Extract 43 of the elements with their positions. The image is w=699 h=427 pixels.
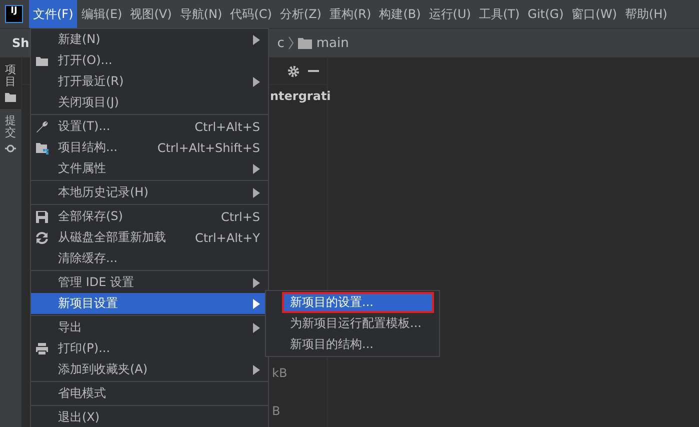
menu-bar-item[interactable]: 视图(V) <box>126 0 176 28</box>
menu-bar-item[interactable]: 分析(Z) <box>276 0 326 28</box>
project-name: Sh <box>12 36 30 50</box>
menu-bar-item[interactable]: 编辑(E) <box>77 0 126 28</box>
menu-bar-item[interactable]: 代码(C) <box>226 0 276 28</box>
menu-bar-item[interactable]: 重构(R) <box>325 0 376 28</box>
menu-item[interactable]: 关闭项目(J) <box>31 92 268 113</box>
file-size: kB <box>272 366 288 380</box>
menu-item[interactable]: 全部保存(S) Ctrl+S <box>31 206 268 227</box>
menu-item[interactable]: 打开最近(R) <box>31 71 268 92</box>
side-tab[interactable]: 提交 <box>0 109 21 160</box>
menu-bar-item[interactable]: 帮助(H) <box>620 0 672 28</box>
menu-item[interactable]: 本地历史记录(H) <box>31 182 268 203</box>
app-logo: IJ <box>5 5 23 23</box>
menu-bar-item[interactable]: 构建(B) <box>375 0 425 28</box>
menu-item[interactable]: 项目结构... Ctrl+Alt+Shift+S <box>31 137 268 158</box>
menu-item[interactable]: 退出(X) <box>31 407 268 427</box>
menu-bar-item[interactable]: 窗口(W) <box>568 0 621 28</box>
menu-item[interactable]: 打开(O)... <box>31 50 268 71</box>
panel-title: ntergrati <box>270 89 331 103</box>
menu-item[interactable]: 新项目的结构... <box>266 334 439 355</box>
menu-item[interactable]: 新项目的设置... <box>282 292 434 313</box>
menu-item[interactable]: 新建(N) <box>31 29 268 50</box>
breadcrumb-item[interactable]: c <box>277 36 284 50</box>
breadcrumb-item[interactable]: main <box>316 36 349 50</box>
menu-item[interactable]: 导出 <box>31 317 268 338</box>
menu-bar-item[interactable]: 工具(T) <box>474 0 524 28</box>
menu-item[interactable]: 管理 IDE 设置 <box>31 272 268 293</box>
menu-bar-item[interactable]: 运行(U) <box>424 0 475 28</box>
menu-item[interactable]: 添加到收藏夹(A) <box>31 359 268 380</box>
menu-bar-item[interactable]: Git(G) <box>524 0 568 28</box>
file-size: B <box>272 404 280 418</box>
menu-item[interactable]: 设置(T)... Ctrl+Alt+S <box>31 116 268 137</box>
side-tab[interactable]: 项目 <box>0 58 21 110</box>
menu-item[interactable]: 打印(P)... <box>31 338 268 359</box>
menu-item[interactable]: 新项目设置 <box>31 293 268 314</box>
menu-bar-item[interactable]: 导航(N) <box>176 0 226 28</box>
menu-item[interactable]: 省电模式 <box>31 383 268 404</box>
menu-bar-item[interactable]: 文件(F) <box>29 0 78 28</box>
menu-item[interactable]: 清除缓存... <box>31 248 268 269</box>
menu-item[interactable]: 从磁盘全部重新加载 Ctrl+Alt+Y <box>31 227 268 248</box>
menu-item[interactable]: 文件属性 <box>31 158 268 179</box>
menu-item[interactable]: 为新项目运行配置模板... <box>266 313 439 334</box>
